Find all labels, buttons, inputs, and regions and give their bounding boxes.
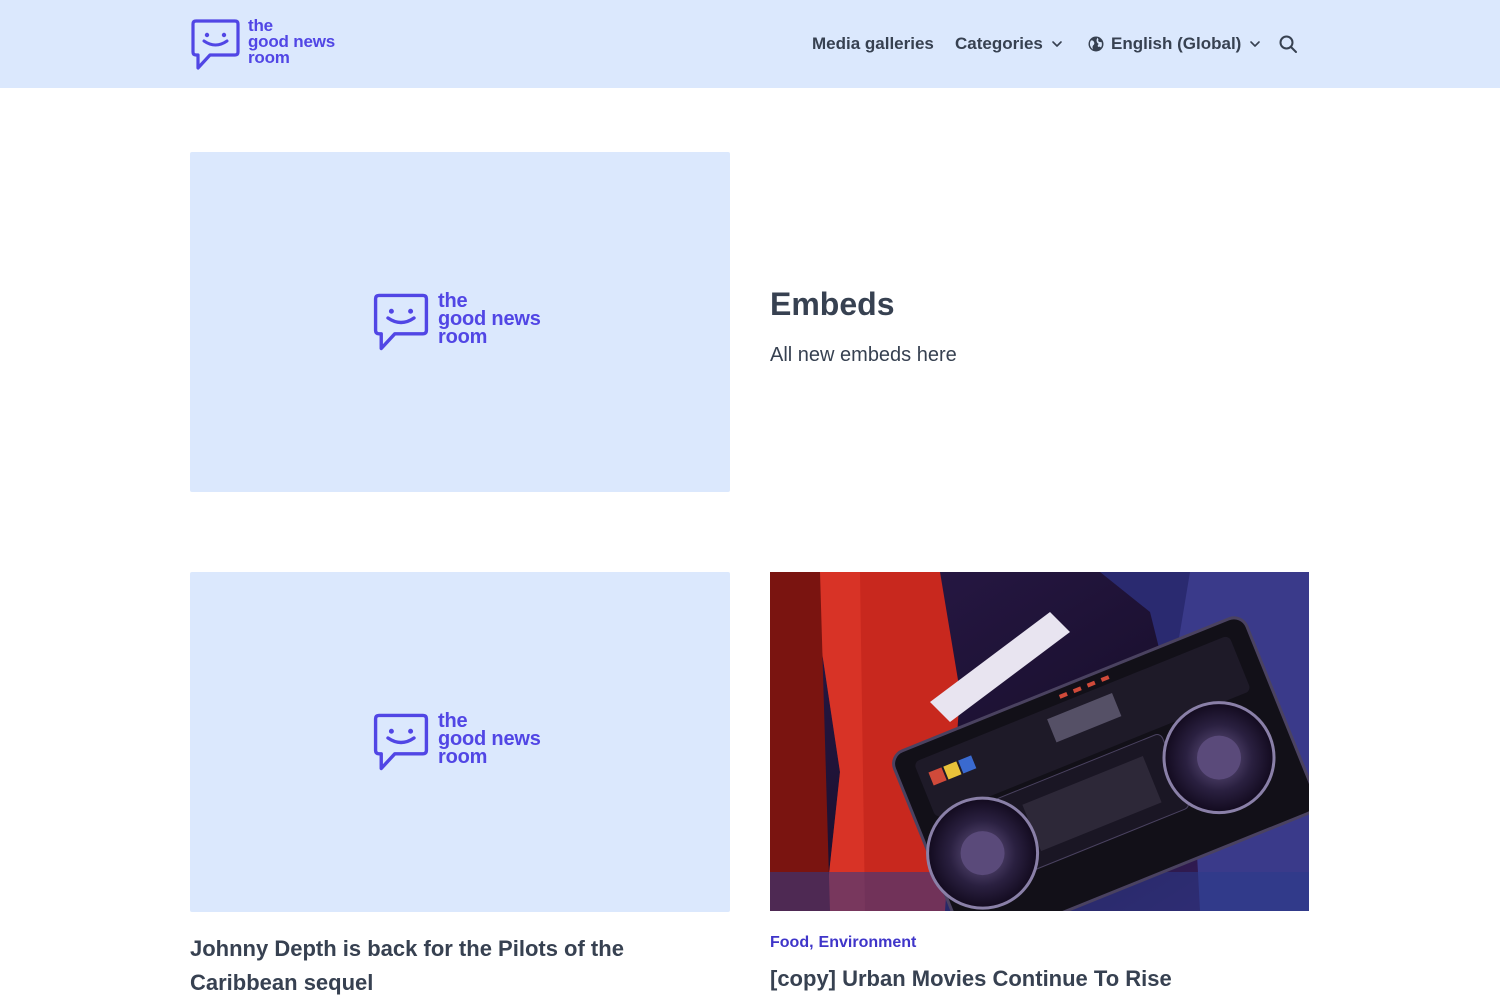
search-icon [1279, 35, 1297, 53]
language-label: English (Global) [1111, 34, 1242, 53]
logo-wordmark: the good news room [248, 16, 335, 67]
hero-image-placeholder[interactable]: the good news room [190, 152, 730, 492]
site-logo[interactable]: the good news room [190, 16, 335, 72]
placeholder-logo: the good news room [372, 710, 541, 773]
nav-media-galleries[interactable]: Media galleries [812, 0, 934, 88]
category-separator: , [809, 934, 814, 951]
boombox-photo [770, 572, 1309, 911]
chat-bubble-smile-icon [373, 713, 429, 771]
article-title[interactable]: [copy] Urban Movies Continue To Rise [770, 962, 1309, 996]
nav-categories-label: Categories [955, 34, 1043, 53]
chat-bubble-smile-icon [191, 19, 240, 70]
site-header: the good news room Media galleries Categ… [0, 0, 1500, 88]
chevron-down-icon [1250, 41, 1261, 47]
category-link-environment[interactable]: Environment [819, 934, 917, 952]
globe-icon [1088, 36, 1104, 52]
placeholder-logo-wordmark: the good news room [438, 290, 541, 348]
chat-bubble-smile-icon [373, 293, 429, 351]
chevron-down-icon [1052, 41, 1062, 47]
article-image-placeholder[interactable]: the good news room [190, 572, 730, 912]
nav-media-galleries-label: Media galleries [812, 34, 934, 53]
search-button[interactable] [1278, 0, 1298, 88]
placeholder-logo: the good news room [372, 290, 541, 353]
placeholder-logo-wordmark: the good news room [438, 710, 541, 768]
article-title[interactable]: Johnny Depth is back for the Pilots of t… [190, 932, 660, 1000]
category-link-food[interactable]: Food [770, 934, 809, 952]
language-selector[interactable]: English (Global) [1087, 0, 1261, 88]
nav-categories-dropdown[interactable]: Categories [955, 0, 1063, 88]
hero-description: All new embeds here [770, 344, 957, 366]
hero-title[interactable]: Embeds [770, 286, 894, 323]
article-image-boombox[interactable] [770, 572, 1309, 911]
article-categories: Food , Environment [770, 934, 916, 952]
